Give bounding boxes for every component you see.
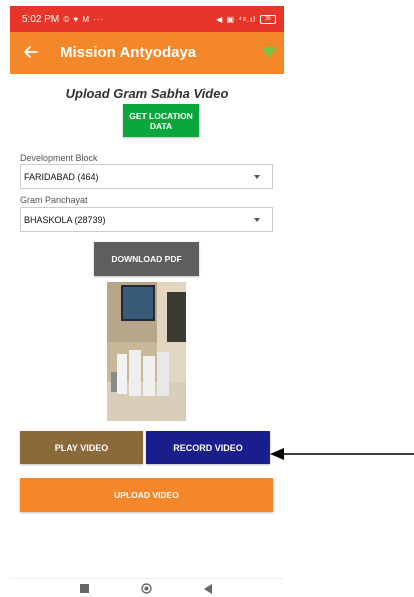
status-bar: 5:02 PM © ♥ M ··· ◀ ▣ ⁴ᵍ.ıl 35 [10, 6, 284, 32]
record-video-button[interactable]: RECORD VIDEO [146, 431, 270, 464]
gram-panchayat-select[interactable]: BHASKOLA (28739) [20, 207, 273, 232]
chevron-down-icon [254, 218, 260, 222]
battery-icon: 35 [260, 14, 276, 24]
upload-video-button[interactable]: UPLOAD VIDEO [20, 478, 273, 512]
get-location-button[interactable]: GET LOCATION DATA [123, 104, 199, 137]
app-title: Mission Antyodaya [60, 44, 197, 61]
development-block-value: FARIDABAD (464) [24, 171, 99, 182]
square-icon[interactable] [80, 584, 89, 593]
video-frame-image [107, 282, 186, 421]
status-time: 5:02 PM [22, 13, 60, 25]
app-bar: Mission Antyodaya [10, 32, 284, 74]
status-left: 5:02 PM © ♥ M ··· [22, 14, 104, 25]
signal-icons: ◀ ▣ ⁴ᵍ.ıl [216, 14, 256, 24]
triangle-back-icon[interactable] [204, 584, 212, 594]
development-block-select[interactable]: FARIDABAD (464) [20, 164, 273, 189]
gram-panchayat-label: Gram Panchayat [20, 195, 88, 205]
annotation-arrow-icon [270, 448, 414, 460]
development-block-label: Development Block [20, 153, 98, 163]
page-title: Upload Gram Sabha Video [65, 86, 229, 101]
video-thumbnail[interactable] [107, 282, 186, 421]
arrow-left-icon[interactable] [22, 43, 40, 61]
system-nav-bar [10, 578, 284, 597]
download-pdf-button[interactable]: DOWNLOAD PDF [94, 242, 199, 276]
wifi-icon [262, 46, 276, 58]
chevron-down-icon [254, 175, 260, 179]
play-video-button[interactable]: PLAY VIDEO [20, 431, 143, 464]
gram-panchayat-value: BHASKOLA (28739) [24, 214, 106, 225]
notification-icons: © ♥ M ··· [63, 14, 105, 24]
phone-screen: 5:02 PM © ♥ M ··· ◀ ▣ ⁴ᵍ.ıl 35 Mission A… [10, 6, 284, 597]
status-right: ◀ ▣ ⁴ᵍ.ıl 35 [216, 14, 276, 24]
circle-home-icon[interactable] [141, 583, 152, 594]
